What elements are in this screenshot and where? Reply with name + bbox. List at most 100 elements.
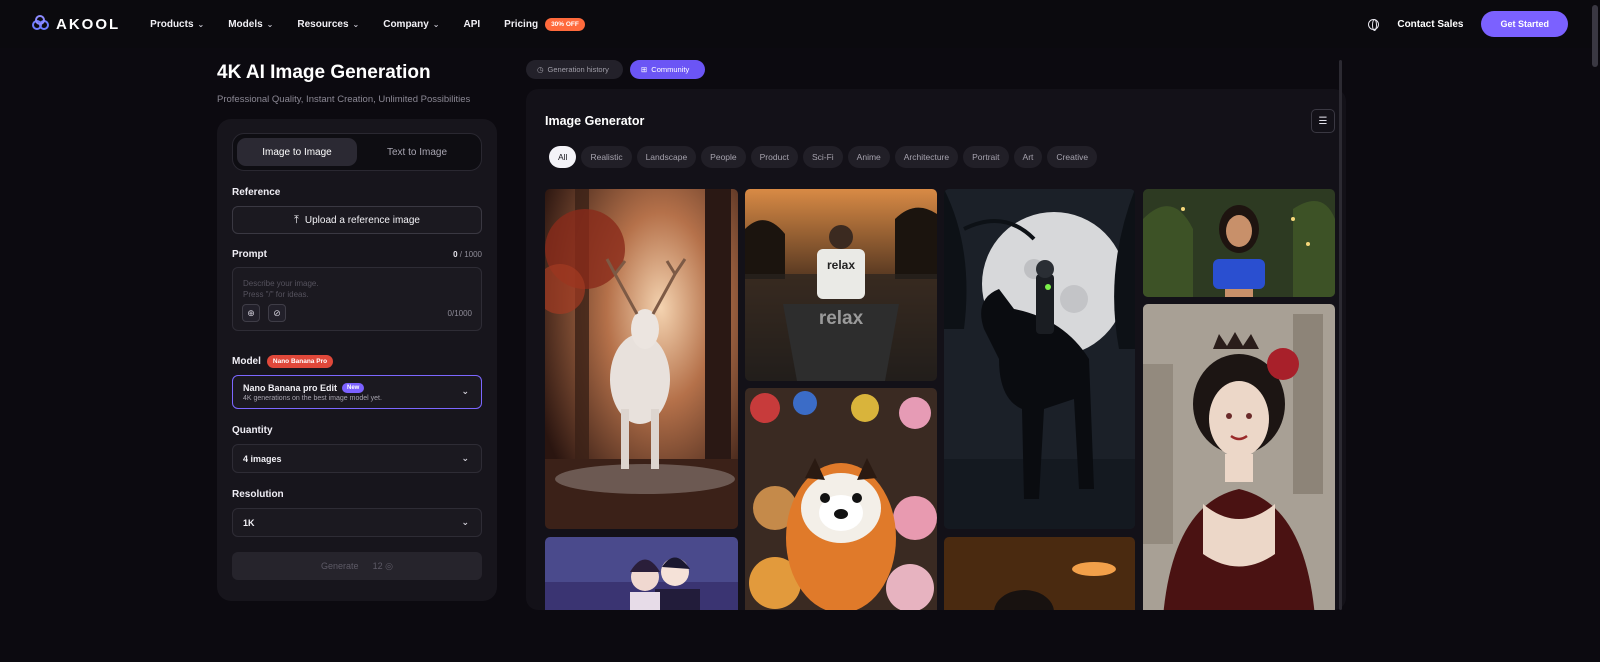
chip-realistic[interactable]: Realistic [581, 146, 632, 168]
chevron-down-icon: ⌄ [266, 19, 274, 29]
gallery-scrollbar[interactable] [1339, 60, 1342, 610]
model-description: 4K generations on the best image model y… [243, 394, 382, 402]
model-label: Model [232, 356, 261, 367]
nav-products[interactable]: Products ⌄ [150, 19, 204, 30]
model-header: Model Nano Banana Pro [232, 355, 482, 368]
gallery-panel: Image Generator ☰ All Realistic Landscap… [526, 89, 1346, 610]
nav-label: Pricing [504, 18, 539, 30]
quantity-value: 4 images [243, 453, 282, 464]
page-title: 4K AI Image Generation [217, 62, 431, 83]
prompt-counter: 0 / 1000 [453, 250, 482, 259]
prompt-inner-counter: 0/1000 [447, 309, 472, 318]
gallery-image-deer[interactable] [545, 189, 738, 529]
gallery-image-dark-knight[interactable] [944, 189, 1135, 529]
nav-actions: Contact Sales Get Started [1368, 11, 1568, 37]
gallery-image-victorian-woman[interactable] [1143, 304, 1335, 610]
prompt-max: / 1000 [459, 250, 482, 259]
chevron-down-icon: ⌄ [197, 19, 205, 29]
discount-badge: 30% OFF [545, 17, 585, 31]
placeholder-line: Describe your image. [243, 279, 319, 288]
clock-icon: ◷ [537, 65, 544, 74]
gallery-image-woman-garden[interactable] [1143, 189, 1335, 297]
nav-label: Company [383, 18, 429, 30]
chip-portrait[interactable]: Portrait [963, 146, 1009, 168]
chip-anime[interactable]: Anime [847, 146, 890, 168]
garden-image [1143, 189, 1335, 297]
model-select[interactable]: Nano Banana pro Edit New 4K generations … [232, 375, 482, 409]
prompt-header: Prompt 0 / 1000 [232, 249, 482, 260]
nav-api[interactable]: API [463, 19, 480, 30]
quantity-select[interactable]: 4 images ⌄ [232, 444, 482, 473]
chevron-down-icon: ⌄ [432, 19, 440, 29]
tab-label: Community [651, 65, 690, 74]
nav-pricing[interactable]: Pricing 30% OFF [504, 17, 585, 31]
tab-label: Generation history [547, 65, 609, 74]
credit-icon: ◎ [385, 560, 393, 571]
tab-image-to-image[interactable]: Image to Image [237, 138, 357, 166]
resolution-label: Resolution [232, 489, 284, 500]
tab-text-to-image[interactable]: Text to Image [357, 138, 477, 166]
chip-art[interactable]: Art [1013, 146, 1043, 168]
placeholder-line: Press "/" for ideas. [243, 290, 309, 299]
nav-label: Resources [297, 18, 349, 30]
mode-switch: Image to Image Text to Image [232, 133, 482, 171]
community-icon: ⊞ [641, 65, 648, 74]
relax-image: relax relax [745, 189, 937, 381]
tab-community[interactable]: ⊞ Community [630, 60, 705, 79]
nav-company[interactable]: Company ⌄ [383, 19, 439, 30]
knight-image [944, 189, 1135, 529]
page-subtitle: Professional Quality, Instant Creation, … [217, 94, 471, 105]
top-navbar: AKOOL Products ⌄ Models ⌄ Resources ⌄ Compa… [0, 0, 1600, 48]
chip-scifi[interactable]: Sci-Fi [802, 146, 843, 168]
get-started-button[interactable]: Get Started [1481, 11, 1568, 37]
chevron-down-icon: ⌄ [352, 19, 360, 29]
brand-name: AKOOL [56, 15, 121, 33]
generate-cost: 12 ◎ [373, 561, 393, 572]
add-icon[interactable]: ⊕ [242, 304, 260, 322]
gallery-image-anime-couple[interactable] [545, 537, 738, 610]
generation-form: Image to Image Text to Image Reference ⤒… [217, 119, 497, 601]
chip-architecture[interactable]: Architecture [894, 146, 959, 168]
chip-landscape[interactable]: Landscape [636, 146, 697, 168]
chip-all[interactable]: All [549, 146, 577, 168]
cloud-logo-icon [32, 15, 50, 32]
sort-icon[interactable]: ☰ [1311, 109, 1335, 133]
cost-value: 12 [372, 560, 383, 571]
tab-generation-history[interactable]: ◷ Generation history [526, 60, 623, 79]
gallery-image-relax-boat[interactable]: relax relax [745, 189, 937, 381]
upload-reference-button[interactable]: ⤒ Upload a reference image [232, 206, 482, 234]
contact-sales-link[interactable]: Contact Sales [1397, 19, 1463, 30]
chip-creative[interactable]: Creative [1047, 146, 1098, 168]
nav-label: API [463, 18, 481, 30]
relax-shirt-text: relax [827, 258, 855, 272]
generate-button[interactable]: Generate 12 ◎ [232, 552, 482, 580]
prompt-input[interactable]: Describe your image. Press "/" for ideas… [232, 267, 482, 331]
victorian-image [1143, 304, 1335, 610]
gallery-title: Image Generator [545, 114, 645, 128]
anime-image [545, 537, 738, 610]
gallery-image-toys[interactable] [745, 388, 937, 610]
new-badge: New [342, 382, 365, 393]
chevron-down-icon: ⌄ [461, 386, 469, 396]
chip-product[interactable]: Product [750, 146, 798, 168]
nav-resources[interactable]: Resources ⌄ [297, 19, 359, 30]
prompt-label: Prompt [232, 249, 267, 260]
warm-image [944, 537, 1135, 610]
nav-models[interactable]: Models ⌄ [228, 19, 273, 30]
model-name-row: Nano Banana pro Edit New [243, 382, 365, 393]
toys-image [745, 388, 937, 610]
upload-icon: ⤒ [294, 213, 299, 226]
chevron-down-icon: ⌄ [461, 517, 469, 527]
prompt-placeholder: Describe your image. Press "/" for ideas… [243, 278, 363, 300]
deer-image [545, 189, 738, 529]
page-scrollbar[interactable] [1592, 5, 1598, 67]
chip-people[interactable]: People [701, 146, 746, 168]
clear-icon[interactable]: ⊘ [268, 304, 286, 322]
resolution-select[interactable]: 1K ⌄ [232, 508, 482, 537]
model-name: Nano Banana pro Edit [243, 382, 338, 393]
brand-logo[interactable]: AKOOL [32, 15, 121, 33]
upload-label: Upload a reference image [304, 214, 420, 226]
globe-icon[interactable] [1368, 18, 1380, 31]
gallery-image-warm-portrait[interactable] [944, 537, 1135, 610]
category-chips: All Realistic Landscape People Product S… [549, 146, 1098, 168]
